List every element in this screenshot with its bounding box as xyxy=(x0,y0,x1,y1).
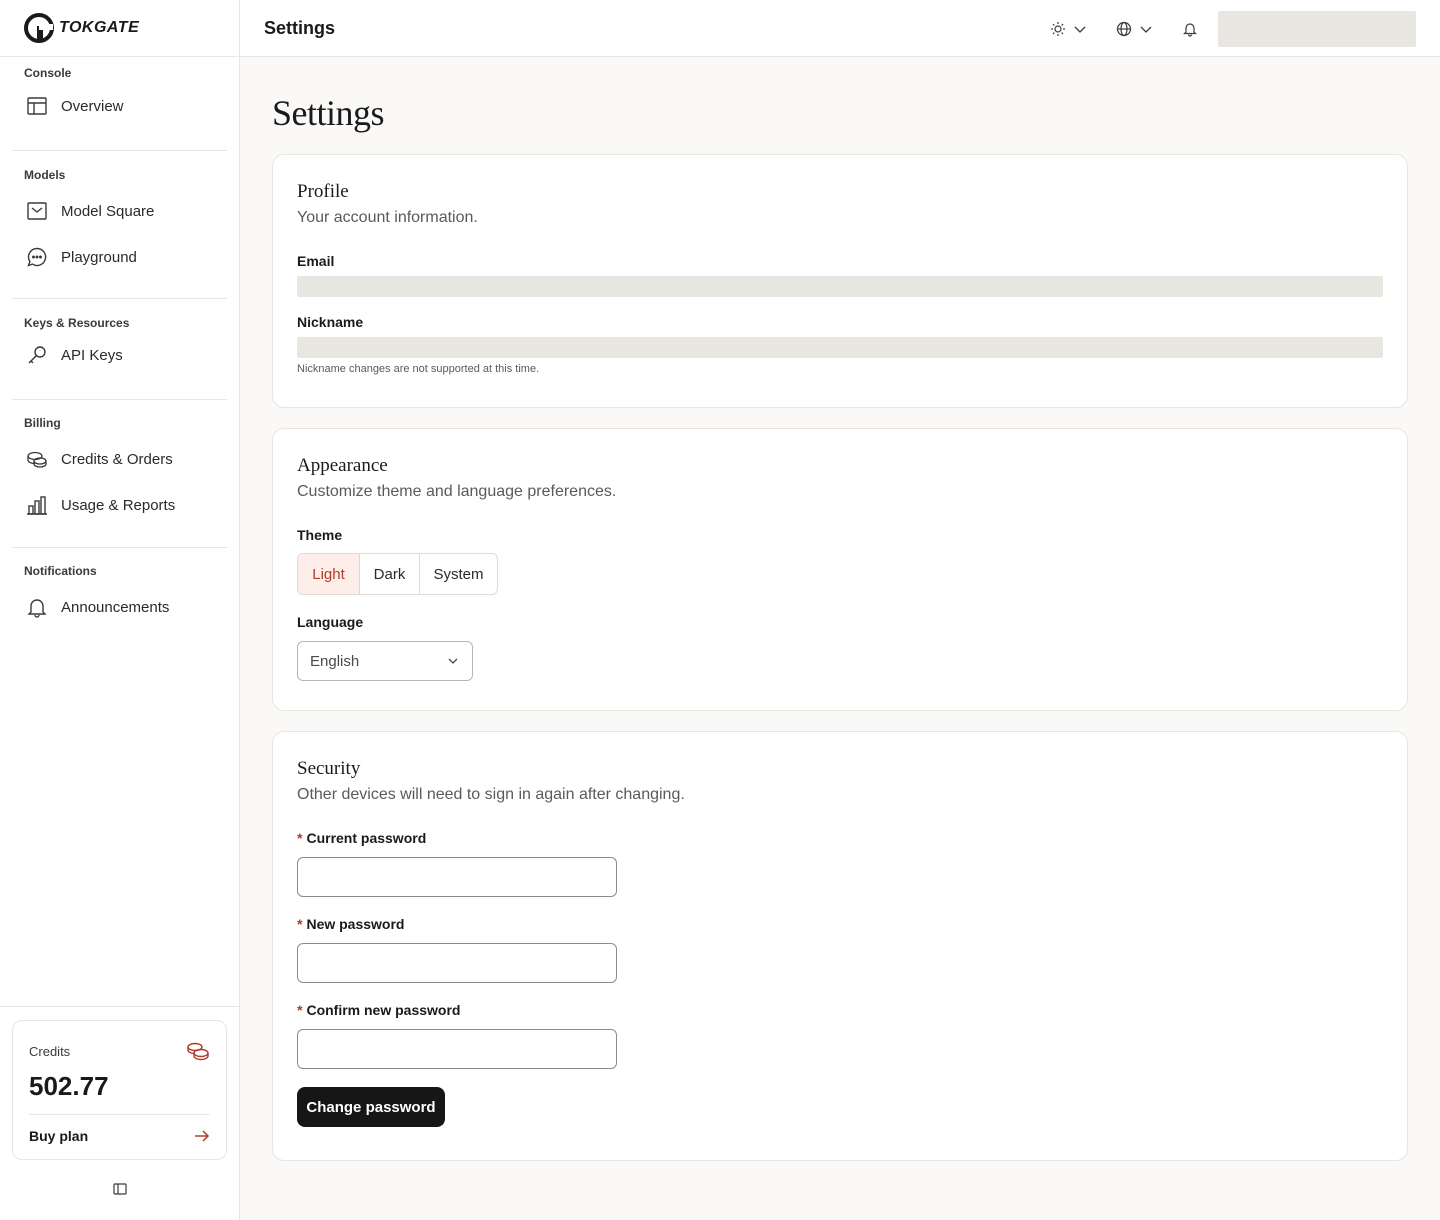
sidebar: TOKGATE Console Overview Models Model Sq… xyxy=(0,0,240,1220)
sidebar-item-label: Announcements xyxy=(61,598,170,616)
chevron-down-icon xyxy=(1140,26,1152,33)
profile-subtitle: Your account information. xyxy=(297,209,478,226)
logo[interactable]: TOKGATE xyxy=(0,0,239,57)
sidebar-item-overview[interactable]: Overview xyxy=(12,86,227,126)
buy-plan-link[interactable]: Buy plan xyxy=(29,1115,210,1157)
section-label-models: Models xyxy=(24,168,66,182)
key-icon xyxy=(28,346,46,364)
confirm-password-text: Confirm new password xyxy=(306,1002,461,1018)
sidebar-collapse-icon[interactable] xyxy=(112,1181,128,1197)
current-password-input[interactable] xyxy=(297,857,617,897)
chat-icon xyxy=(27,247,47,267)
tokgate-logo-icon xyxy=(24,13,54,43)
inbox-icon xyxy=(27,202,47,220)
layout-icon xyxy=(27,97,47,115)
sidebar-divider xyxy=(0,1006,239,1007)
sidebar-item-credits-orders[interactable]: Credits & Orders xyxy=(12,436,227,482)
new-password-label: * New password xyxy=(297,916,1383,932)
appearance-card: Appearance Customize theme and language … xyxy=(272,428,1408,711)
current-password-text: Current password xyxy=(306,830,427,846)
required-mark: * xyxy=(297,1002,303,1018)
theme-toggle-button[interactable] xyxy=(1050,21,1088,37)
appearance-subtitle: Customize theme and language preferences… xyxy=(297,483,617,500)
profile-title: Profile xyxy=(297,181,349,202)
theme-option-dark[interactable]: Dark xyxy=(360,554,420,594)
credits-card: Credits 502.77 Buy plan xyxy=(12,1020,227,1160)
topbar-title: Settings xyxy=(264,17,336,38)
bell-icon xyxy=(27,599,47,618)
notifications-button[interactable] xyxy=(1182,21,1198,37)
arrow-right-icon xyxy=(195,1130,210,1142)
profile-card: Profile Your account information. Email … xyxy=(272,154,1408,408)
theme-option-light[interactable]: Light xyxy=(298,554,360,594)
theme-label: Theme xyxy=(297,527,343,543)
section-label-billing: Billing xyxy=(24,416,61,430)
globe-icon xyxy=(1116,21,1132,36)
sidebar-item-label: Usage & Reports xyxy=(61,496,176,514)
section-label-notifications: Notifications xyxy=(24,564,97,578)
nickname-hint: Nickname changes are not supported at th… xyxy=(297,363,540,375)
sidebar-item-label: API Keys xyxy=(61,346,123,364)
sidebar-item-api-keys[interactable]: API Keys xyxy=(12,336,227,374)
email-label: Email xyxy=(297,253,335,269)
theme-option-system[interactable]: System xyxy=(420,554,497,594)
required-mark: * xyxy=(297,916,303,932)
theme-selector: Light Dark System xyxy=(297,553,498,595)
credits-value: 502.77 xyxy=(29,1071,109,1101)
nav-section-keys: Keys & Resources API Keys xyxy=(12,299,227,400)
sun-icon xyxy=(1051,21,1065,36)
sidebar-item-label: Model Square xyxy=(61,202,155,220)
language-select[interactable]: English xyxy=(297,641,473,681)
sidebar-item-playground[interactable]: Playground xyxy=(12,234,227,280)
language-value: English xyxy=(310,652,360,670)
topbar-actions xyxy=(1050,0,1416,57)
coins-icon xyxy=(187,1042,209,1061)
security-title: Security xyxy=(297,758,361,779)
language-toggle-button[interactable] xyxy=(1116,21,1154,37)
new-password-text: New password xyxy=(306,916,405,932)
brand-name: TOKGATE xyxy=(59,19,140,36)
section-label-console: Console xyxy=(24,66,72,80)
user-menu[interactable] xyxy=(1218,10,1416,47)
sidebar-item-usage-reports[interactable]: Usage & Reports xyxy=(12,482,227,528)
bar-chart-icon xyxy=(27,496,47,515)
sidebar-item-announcements[interactable]: Announcements xyxy=(12,584,227,630)
page-title: Settings xyxy=(272,93,385,133)
nav-section-console: Console Overview xyxy=(12,57,227,151)
appearance-title: Appearance xyxy=(297,455,388,476)
nav-section-models: Models Model Square Playground xyxy=(12,151,227,299)
language-label: Language xyxy=(297,614,364,630)
sidebar-item-label: Playground xyxy=(61,248,137,266)
nav-section-billing: Billing Credits & Orders Usage & Reports xyxy=(12,400,227,548)
required-mark: * xyxy=(297,830,303,846)
chevron-down-icon xyxy=(448,658,458,664)
sidebar-item-label: Overview xyxy=(61,97,124,115)
credits-label: Credits xyxy=(29,1043,71,1059)
nickname-label: Nickname xyxy=(297,314,364,330)
security-subtitle: Other devices will need to sign in again… xyxy=(297,786,685,803)
sidebar-item-model-square[interactable]: Model Square xyxy=(12,188,227,234)
confirm-password-input[interactable] xyxy=(297,1029,617,1069)
email-field xyxy=(297,276,1383,297)
security-card: Security Other devices will need to sign… xyxy=(272,731,1408,1161)
chevron-down-icon xyxy=(1074,26,1086,33)
sidebar-item-label: Credits & Orders xyxy=(61,450,173,468)
buy-plan-label: Buy plan xyxy=(29,1128,89,1144)
current-password-label: * Current password xyxy=(297,830,1383,846)
new-password-input[interactable] xyxy=(297,943,617,983)
topbar: Settings xyxy=(240,0,1440,57)
section-label-keys: Keys & Resources xyxy=(24,316,130,330)
change-password-button[interactable]: Change password xyxy=(297,1087,445,1127)
nickname-field xyxy=(297,337,1383,358)
confirm-password-label: * Confirm new password xyxy=(297,1002,1383,1018)
coins-icon xyxy=(27,451,47,468)
nav-section-notifications: Notifications Announcements xyxy=(12,548,227,630)
bell-icon xyxy=(1183,22,1197,37)
